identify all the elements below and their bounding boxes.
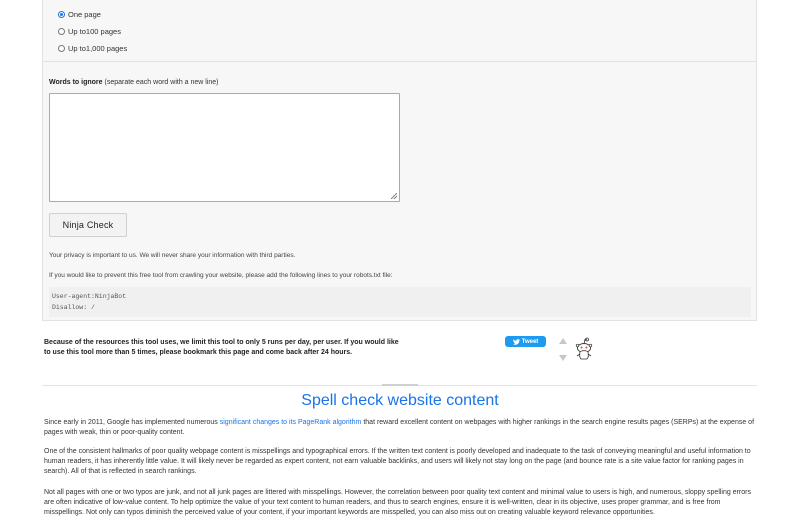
tweet-label: Tweet (521, 338, 539, 345)
usage-limit-note: Because of the resources this tool uses,… (44, 339, 399, 356)
radio-button[interactable] (58, 44, 65, 52)
pagerank-link[interactable]: significant changes to its PageRank algo… (220, 419, 362, 426)
paragraph-text: Since early in 2011, Google has implemen… (44, 419, 220, 426)
reddit-alien-icon[interactable] (575, 337, 593, 361)
words-to-ignore-hint: (separate each word with a new line) (104, 79, 219, 86)
words-to-ignore-label: Words to ignore (separate each word with… (49, 79, 219, 86)
article-title: Spell check website content (301, 392, 499, 409)
privacy-notice: Your privacy is important to us. We will… (49, 252, 296, 259)
radio-label: Up to1,000 pages (68, 43, 128, 53)
twitter-bird-icon (512, 338, 520, 345)
resize-handle-icon[interactable] (391, 193, 397, 199)
radio-label: One page (68, 9, 101, 19)
robots-instructions: If you would like to prevent this free t… (49, 272, 393, 279)
radio-button[interactable] (58, 10, 65, 18)
article-paragraph-1: Since early in 2011, Google has implemen… (44, 418, 756, 438)
section-divider-accent (382, 384, 418, 386)
downvote-arrow-icon[interactable] (559, 355, 567, 361)
words-to-ignore-textarea[interactable] (49, 93, 400, 202)
radio-label: Up to100 pages (68, 26, 121, 36)
tweet-button[interactable]: Tweet (505, 336, 546, 347)
upvote-arrow-icon[interactable] (559, 338, 567, 344)
article-paragraph-2: One of the consistent hallmarks of poor … (44, 448, 751, 475)
radio-button[interactable] (58, 27, 65, 35)
code-line-disallow: Disallow: / (52, 304, 95, 311)
radio-1000-pages[interactable]: Up to1,000 pages (58, 41, 127, 55)
robots-code-block: User-agent:NinjaBot Disallow: / (49, 287, 751, 317)
code-line-user-agent: User-agent:NinjaBot (52, 293, 127, 300)
article-paragraph-3: Not all pages with one or two typos are … (44, 489, 751, 516)
radio-100-pages[interactable]: Up to100 pages (58, 24, 121, 38)
radio-one-page[interactable]: One page (58, 7, 101, 21)
ninja-check-button[interactable]: Ninja Check (49, 213, 127, 237)
options-divider (42, 61, 757, 62)
words-to-ignore-title: Words to ignore (49, 79, 103, 86)
